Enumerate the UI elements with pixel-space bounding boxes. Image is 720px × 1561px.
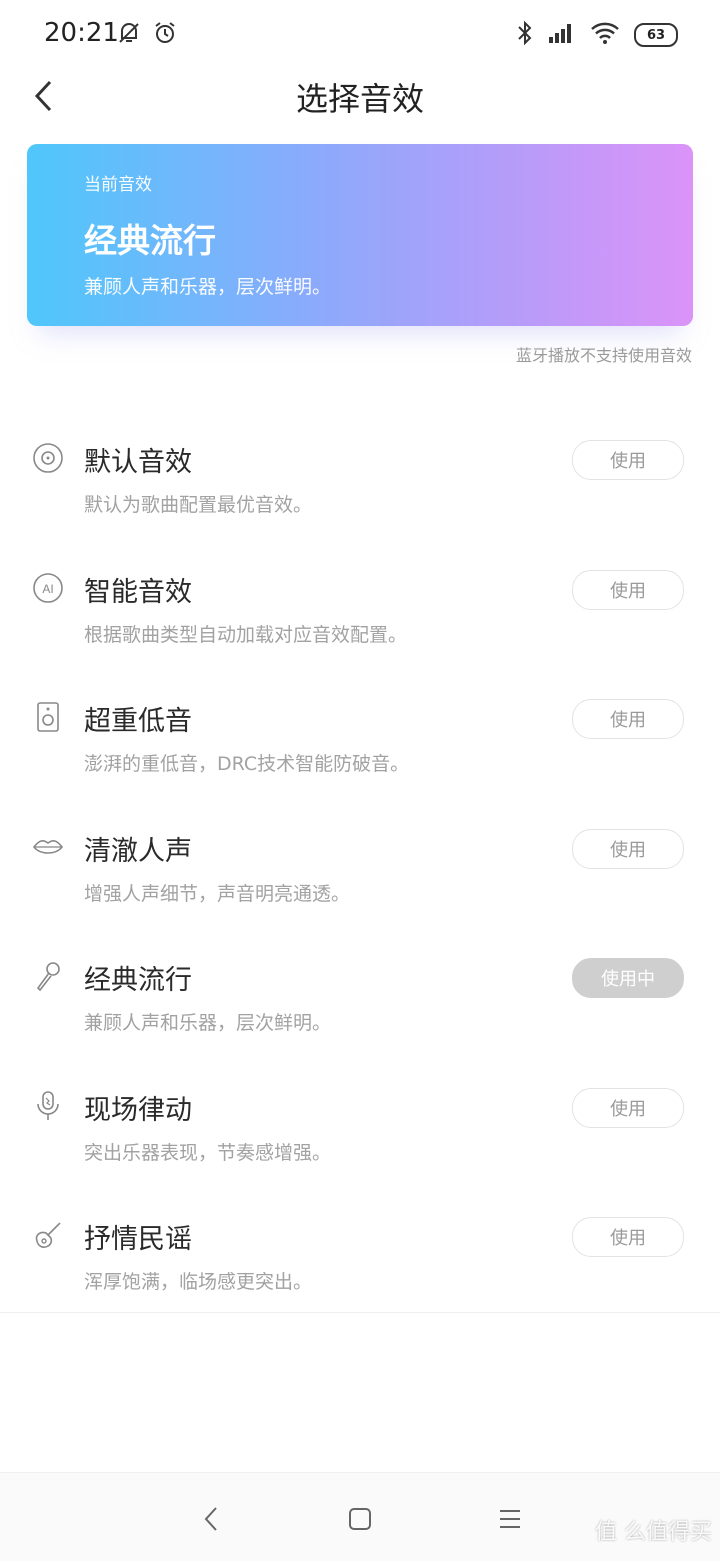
- list-item[interactable]: 超重低音 澎湃的重低音，DRC技术智能防破音。 使用: [0, 679, 720, 809]
- in-use-button[interactable]: 使用中: [572, 958, 684, 998]
- effect-description: 澎湃的重低音，DRC技术智能防破音。: [84, 753, 410, 775]
- use-button[interactable]: 使用: [572, 440, 684, 480]
- effect-description: 根据歌曲类型自动加载对应音效配置。: [84, 623, 408, 646]
- effect-list: 默认音效 默认为歌曲配置最优音效。 使用 AI 智能音效 根据歌曲类型自动加载对…: [0, 420, 720, 1327]
- use-button[interactable]: 使用: [572, 828, 684, 869]
- status-time: 20:21: [44, 18, 119, 48]
- use-button[interactable]: 使用: [572, 1217, 684, 1257]
- nav-menu-button[interactable]: [490, 1499, 530, 1539]
- svg-text:AI: AI: [42, 582, 53, 596]
- effect-description: 增强人声细节，声音明亮通透。: [84, 882, 351, 905]
- effect-description: 默认为歌曲配置最优音效。: [84, 494, 313, 516]
- effect-name: 超重低音: [84, 706, 192, 737]
- effect-description: 突出乐器表现，节奏感增强。: [84, 1141, 332, 1164]
- battery-indicator: 63: [634, 23, 678, 47]
- nav-home-button[interactable]: [340, 1499, 380, 1539]
- wifi-icon: [590, 21, 620, 49]
- signal-icon: [548, 22, 576, 48]
- muted-bell-icon: [116, 20, 142, 50]
- alarm-icon: [152, 20, 178, 50]
- divider: [0, 1312, 720, 1313]
- home-icon: [349, 1508, 371, 1530]
- effect-name: 经典流行: [84, 965, 192, 996]
- effect-description: 兼顾人声和乐器，层次鲜明。: [84, 1012, 332, 1034]
- list-item[interactable]: AI 智能音效 根据歌曲类型自动加载对应音效配置。 使用: [0, 550, 720, 680]
- live-mic-icon: [32, 1090, 64, 1122]
- effect-name: 抒情民谣: [84, 1224, 192, 1255]
- list-item[interactable]: 默认音效 默认为歌曲配置最优音效。 使用: [0, 420, 720, 550]
- effect-name: 智能音效: [84, 576, 192, 608]
- list-item[interactable]: 经典流行 兼顾人声和乐器，层次鲜明。 使用中: [0, 938, 720, 1068]
- use-button[interactable]: 使用: [572, 1087, 684, 1128]
- current-effect-caption: 当前音效: [84, 175, 152, 195]
- current-effect-description: 兼顾人声和乐器，层次鲜明。: [84, 276, 332, 298]
- bluetooth-icon: [516, 20, 534, 50]
- menu-icon: [500, 1510, 520, 1528]
- watermark-logo: 值 么值得买: [595, 1520, 712, 1545]
- microphone-icon: [32, 960, 64, 992]
- list-item[interactable]: 清澈人声 增强人声细节，声音明亮通透。 使用: [0, 809, 720, 939]
- nav-back-button[interactable]: [192, 1499, 232, 1539]
- use-button[interactable]: 使用: [572, 569, 684, 610]
- lips-icon: [32, 831, 64, 863]
- back-icon: [204, 1507, 217, 1531]
- effect-name: 默认音效: [84, 447, 192, 478]
- ai-icon: AI: [32, 572, 64, 604]
- current-effect-name: 经典流行: [84, 221, 216, 260]
- list-item[interactable]: 抒情民谣 浑厚饱满，临场感更突出。 使用: [0, 1197, 720, 1327]
- page-title: 选择音效: [295, 80, 424, 118]
- bluetooth-note: 蓝牙播放不支持使用音效: [515, 346, 692, 365]
- disc-icon: [32, 442, 64, 474]
- status-bar: 20:21 63: [0, 0, 720, 66]
- effect-name: 清澈人声: [84, 835, 192, 867]
- speaker-icon: [32, 701, 64, 733]
- effect-name: 现场律动: [84, 1094, 192, 1126]
- list-item[interactable]: 现场律动 突出乐器表现，节奏感增强。 使用: [0, 1068, 720, 1198]
- guitar-icon: [32, 1219, 64, 1251]
- effect-description: 浑厚饱满，临场感更突出。: [84, 1271, 313, 1293]
- current-effect-card: 当前音效 经典流行 兼顾人声和乐器，层次鲜明。: [27, 144, 693, 326]
- use-button[interactable]: 使用: [572, 699, 684, 739]
- title-bar: 选择音效: [0, 66, 720, 126]
